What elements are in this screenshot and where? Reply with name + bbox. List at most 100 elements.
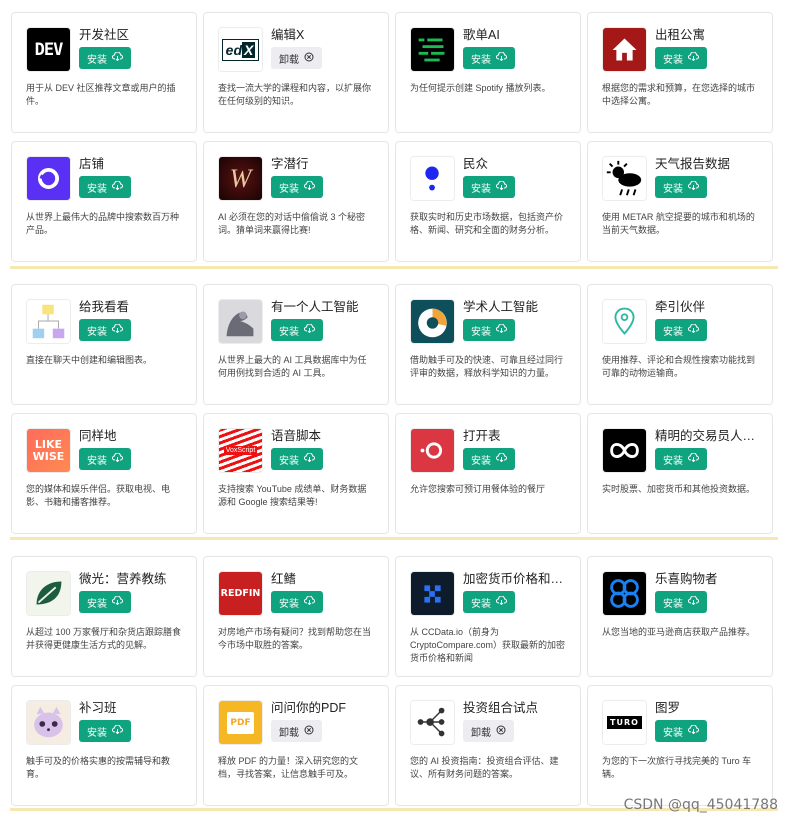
install-button[interactable]: 安装 xyxy=(463,176,515,198)
plugin-name: 字潜行 xyxy=(271,157,309,171)
weather-logo xyxy=(602,156,647,201)
cloud-download-icon xyxy=(688,180,699,193)
cloud-download-icon xyxy=(112,724,123,737)
install-button[interactable]: 安装 xyxy=(271,591,323,613)
plugin-card-header: 学术人工智能 安装 xyxy=(410,299,566,344)
install-button[interactable]: 安装 xyxy=(463,319,515,341)
plugin-card-header: 补习班 安装 xyxy=(26,700,182,745)
plugin-card: 出租公寓 安装 根据您的需求和预算，在您选择的城市中选择公寓。 xyxy=(587,12,773,133)
plugin-card-header: TURO 图罗 安装 xyxy=(602,700,758,745)
cloud-download-icon xyxy=(688,51,699,64)
uninstall-button[interactable]: 卸载 xyxy=(271,47,322,69)
cloud-download-icon xyxy=(496,323,507,336)
install-button[interactable]: 安装 xyxy=(655,319,707,341)
plugin-name: 民众 xyxy=(463,157,489,171)
cloud-download-icon xyxy=(304,452,315,465)
cloud-download-icon xyxy=(112,51,123,64)
install-button[interactable]: 安装 xyxy=(655,47,707,69)
uninstall-button[interactable]: 卸载 xyxy=(463,720,514,742)
plugin-name: 精明的交易员人工智能 xyxy=(655,429,758,443)
cloud-download-icon xyxy=(496,180,507,193)
plugin-info: 加密货币价格和新闻 安装 xyxy=(463,571,566,613)
plugin-card: REDFIN 红鳍 安装对房地产市场有疑问？找到帮助您在当今市场中取胜的答案。 xyxy=(203,556,389,677)
plugin-name: 牵引伙伴 xyxy=(655,300,706,314)
plugin-description: 支持搜索 YouTube 成绩单、财务数据源和 Google 搜索结果等! xyxy=(218,484,367,507)
plugin-card-header: 打开表 安装 xyxy=(410,428,566,473)
plugin-card: 投资组合试点 卸载 您的 AI 投资指南：投资组合评估、建议、所有财务问题的答案。 xyxy=(395,685,581,806)
button-label: 安装 xyxy=(279,598,299,610)
button-label: 卸载 xyxy=(471,727,491,739)
plugin-card-header: 天气报告数据 安装 xyxy=(602,156,758,201)
arm-logo xyxy=(218,299,263,344)
install-button[interactable]: 安装 xyxy=(463,591,515,613)
install-button[interactable]: 安装 xyxy=(79,176,131,198)
install-button[interactable]: 安装 xyxy=(655,176,707,198)
button-label: 安装 xyxy=(471,54,491,66)
cloud-download-icon xyxy=(112,595,123,608)
install-button[interactable]: 安装 xyxy=(655,591,707,613)
plugin-info: 语音脚本 安装 xyxy=(271,428,374,470)
plugin-description: 为您的下一次旅行寻找完美的 Turo 车辆。 xyxy=(602,756,752,779)
plugin-card-header: REDFIN 红鳍 安装 xyxy=(218,571,374,616)
plugin-description: 从世界上最大的 AI 工具数据库中为任何用例找到合适的 AI 工具。 xyxy=(218,355,367,378)
plugin-card: TURO 图罗 安装 为您的下一次旅行寻找完美的 Turo 车辆。 xyxy=(587,685,773,806)
infinity-logo xyxy=(602,428,647,473)
plugin-description: 查找一流大学的课程和内容，以扩展你在任何级别的知识。 xyxy=(218,83,372,106)
install-button[interactable]: 安装 xyxy=(271,176,323,198)
button-label: 安装 xyxy=(663,598,683,610)
install-button[interactable]: 安装 xyxy=(655,448,707,470)
button-label: 安装 xyxy=(663,326,683,338)
plugin-name: 图罗 xyxy=(655,701,681,715)
button-label: 安装 xyxy=(471,183,491,195)
scholar-logo xyxy=(410,299,455,344)
voxscript-logo: VoxScript xyxy=(218,428,263,473)
diagram-logo xyxy=(26,299,71,344)
plugin-card-header: DEV 开发社区 安装 xyxy=(26,27,182,72)
button-label: 安装 xyxy=(279,455,299,467)
install-button[interactable]: 安装 xyxy=(79,448,131,470)
plugin-description: 从超过 100 万家餐厅和杂货店跟踪膳食并获得更健康生活方式的见解。 xyxy=(26,627,182,650)
section-divider xyxy=(10,537,778,540)
plugin-name: 出租公寓 xyxy=(655,28,706,42)
button-label: 卸载 xyxy=(279,727,299,739)
plugin-name: 编辑X xyxy=(271,28,305,42)
install-button[interactable]: 安装 xyxy=(79,591,131,613)
knot-logo xyxy=(602,571,647,616)
plugin-info: 微光：营养教练 安装 xyxy=(79,571,182,613)
plugin-description: 使用推荐、评论和合规性搜索功能找到可靠的动物运输商。 xyxy=(602,355,756,378)
plugin-card: PDF 问问你的PDF 卸载 释放 PDF 的力量！深入研究您的文档，寻找答案，让信息… xyxy=(203,685,389,806)
plugin-name: 给我看看 xyxy=(79,300,130,314)
install-button[interactable]: 安装 xyxy=(79,47,131,69)
polygon-logo xyxy=(410,156,455,201)
plugin-card-header: 牵引伙伴安装 xyxy=(602,299,758,344)
install-button[interactable]: 安装 xyxy=(271,319,323,341)
plugin-description: 您的 AI 投资指南：投资组合评估、建议、所有财务问题的答案。 xyxy=(410,756,559,779)
button-label: 安装 xyxy=(87,598,107,610)
plugin-card: 歌单AI 安装 为任何提示创建 Spotify 播放列表。 xyxy=(395,12,581,133)
plugin-grid: 给我看看 安装 直接在聊天中创建和编辑图表。 有一个人工智能 安装 从世界上最大的 AI … xyxy=(11,284,773,534)
install-button[interactable]: 安装 xyxy=(655,720,707,742)
install-button[interactable]: 安装 xyxy=(79,319,131,341)
playlist-logo xyxy=(410,27,455,72)
plugin-card: 乐喜购物者 安装 从您当地的亚马逊商店获取产品推荐。 xyxy=(587,556,773,677)
cloud-download-icon xyxy=(496,452,507,465)
uninstall-button[interactable]: 卸载 xyxy=(271,720,322,742)
button-label: 卸载 xyxy=(279,54,299,66)
button-label: 安装 xyxy=(471,598,491,610)
plugin-description: 对房地产市场有疑问？找到帮助您在当今市场中取胜的答案。 xyxy=(218,627,372,650)
install-button[interactable]: 安装 xyxy=(463,448,515,470)
install-button[interactable]: 安装 xyxy=(271,448,323,470)
likewise-logo: LIKE WISE xyxy=(26,428,71,473)
pdf-logo: PDF xyxy=(218,700,263,745)
plugin-card: W 字潜行 安装 AI 必须在您的对话中偷偷说 3 个秘密词。猜单词来赢得比赛! xyxy=(203,141,389,262)
cloud-download-icon xyxy=(112,452,123,465)
plugin-card: 牵引伙伴安装使用推荐、评论和合规性搜索功能找到可靠的动物运输商。 xyxy=(587,284,773,405)
install-button[interactable]: 安装 xyxy=(79,720,131,742)
plugin-name: 歌单AI xyxy=(463,28,500,42)
install-button[interactable]: 安装 xyxy=(463,47,515,69)
plugin-info: 打开表 安装 xyxy=(463,428,566,470)
edx-logo: ed X xyxy=(218,27,263,72)
cloud-download-icon xyxy=(496,51,507,64)
plugin-card-header: 给我看看安装 xyxy=(26,299,182,344)
button-label: 安装 xyxy=(87,326,107,338)
